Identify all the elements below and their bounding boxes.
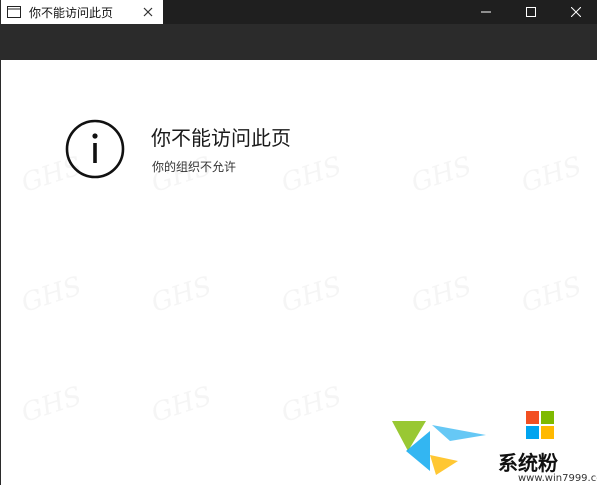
- error-subtitle: 你的组织不允许: [152, 160, 237, 174]
- close-icon: [570, 7, 581, 17]
- close-button[interactable]: [553, 0, 597, 24]
- brand-arrow-logo: [392, 421, 486, 475]
- title-bar: 你不能访问此页: [1, 0, 597, 24]
- tab-title: 你不能访问此页: [29, 5, 114, 20]
- browser-toolbar: [1, 24, 597, 60]
- info-icon: [65, 119, 125, 179]
- brand-logo-text: 系统粉: [498, 451, 558, 475]
- maximize-icon: [525, 7, 536, 17]
- windows-logo-icon: [526, 411, 554, 439]
- brand-url[interactable]: www.win7999.com: [518, 473, 597, 484]
- minimize-button[interactable]: [463, 0, 508, 24]
- title-drag-area[interactable]: [163, 0, 463, 24]
- tab-close-icon[interactable]: [139, 3, 157, 21]
- maximize-button[interactable]: [508, 0, 553, 24]
- error-title: 你不能访问此页: [151, 126, 291, 150]
- tab-active[interactable]: 你不能访问此页: [1, 0, 163, 24]
- site-branding: 系统粉 www.win7999.com: [386, 403, 597, 485]
- minimize-icon: [480, 11, 491, 13]
- browser-window-icon: [7, 5, 21, 19]
- window-controls: [463, 0, 597, 24]
- app-window: 你不能访问此页 你不能访问此页 你的组织不允许 系统粉 www.win7999.…: [0, 0, 597, 485]
